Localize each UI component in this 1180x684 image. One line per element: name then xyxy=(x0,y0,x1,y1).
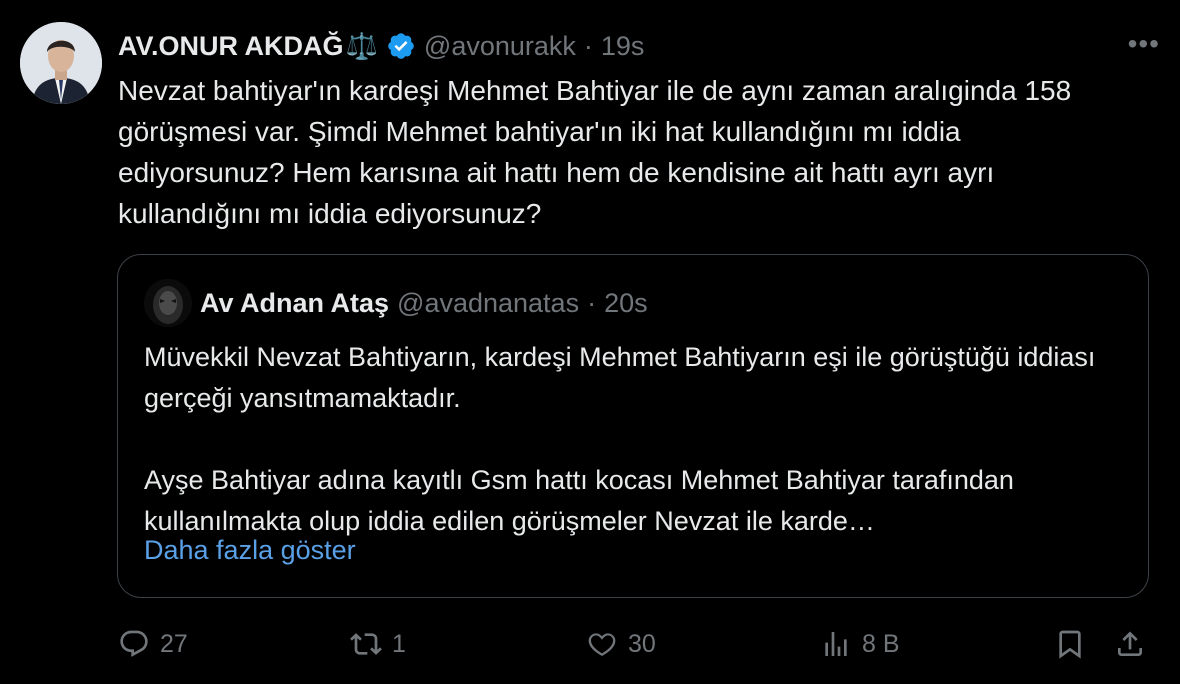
like-count: 30 xyxy=(628,629,656,658)
show-more-link[interactable]: Daha fazla göster xyxy=(144,535,356,566)
separator-dot: · xyxy=(583,30,593,61)
share-button[interactable] xyxy=(1114,622,1146,666)
bookmark-button[interactable] xyxy=(1054,622,1086,666)
tweet-time[interactable]: 19s xyxy=(601,31,645,62)
quoted-handle[interactable]: @avadnanatas xyxy=(397,288,579,319)
action-bar: 27 1 30 8 B xyxy=(118,622,1158,666)
quoted-header: Av Adnan Ataş @avadnanatas · 20s xyxy=(200,283,648,323)
quoted-author-avatar xyxy=(144,279,192,327)
scale-emoji: ⚖️ xyxy=(345,30,378,61)
reply-icon xyxy=(120,630,148,657)
views-button[interactable]: 8 B xyxy=(820,622,900,666)
repost-count: 1 xyxy=(392,629,406,658)
tweet-header: AV.ONUR AKDAĞ ⚖️ @avonurakk · 19s xyxy=(118,26,644,66)
quoted-paragraph-2: Ayşe Bahtiyar adına kayıtlı Gsm hattı ko… xyxy=(144,465,1014,536)
author-handle[interactable]: @avonurakk xyxy=(424,31,576,62)
like-button[interactable]: 30 xyxy=(586,622,656,666)
quoted-time[interactable]: 20s xyxy=(604,288,648,319)
views-icon xyxy=(825,632,847,656)
quoted-separator-dot: · xyxy=(587,287,597,318)
more-icon[interactable]: ••• xyxy=(1128,30,1160,58)
repost-button[interactable]: 1 xyxy=(350,622,406,666)
like-icon xyxy=(588,633,616,656)
quoted-text: Müvekkil Nevzat Bahtiyarın, kardeşi Mehm… xyxy=(144,337,1134,542)
author-display-name[interactable]: AV.ONUR AKDAĞ xyxy=(118,31,344,62)
bookmark-icon xyxy=(1059,630,1081,659)
author-avatar[interactable] xyxy=(20,22,102,104)
repost-icon xyxy=(350,633,382,655)
reply-button[interactable]: 27 xyxy=(118,622,188,666)
views-count: 8 B xyxy=(862,629,900,658)
quoted-avatar-image xyxy=(144,279,192,327)
quoted-display-name[interactable]: Av Adnan Ataş xyxy=(200,288,389,319)
avatar-image xyxy=(20,22,102,104)
quoted-tweet[interactable]: Av Adnan Ataş @avadnanatas · 20s Müvekki… xyxy=(117,254,1149,598)
quoted-paragraph-1: Müvekkil Nevzat Bahtiyarın, kardeşi Mehm… xyxy=(144,342,1096,413)
reply-count: 27 xyxy=(160,629,188,658)
tweet-text: Nevzat bahtiyar'ın kardeşi Mehmet Bahtiy… xyxy=(118,75,1072,229)
share-icon xyxy=(1118,631,1142,656)
verified-icon[interactable] xyxy=(386,31,416,61)
